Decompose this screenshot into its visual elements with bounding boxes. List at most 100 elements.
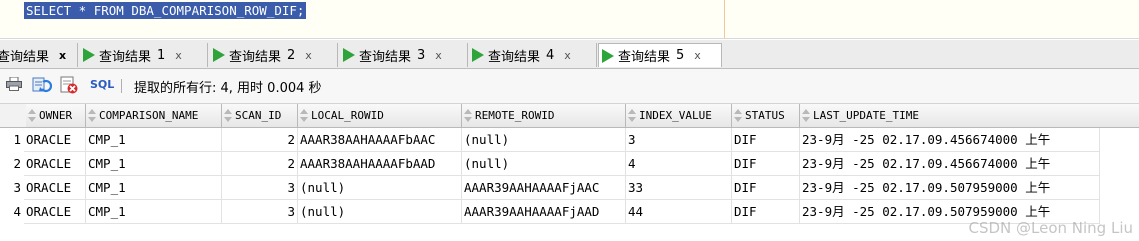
cell-local-rowid[interactable]: AAAR38AAHAAAAFbAAD: [298, 152, 462, 176]
cell-remote-rowid[interactable]: (null): [462, 128, 626, 152]
sort-icon: [628, 108, 636, 122]
cell-index-value[interactable]: 44: [626, 200, 732, 224]
cell-remote-rowid[interactable]: AAAR39AAHAAAAFjAAD: [462, 200, 626, 224]
table-row[interactable]: 3 ORACLE CMP_1 3 (null) AAAR39AAHAAAAFjA…: [0, 176, 1139, 200]
cell-last-update-time[interactable]: 23-9月 -25 02.17.09.456674000 上午: [800, 128, 1100, 152]
export-icon[interactable]: [60, 76, 78, 94]
row-number: 1: [13, 132, 21, 147]
cell-last-update-time[interactable]: 23-9月 -25 02.17.09.456674000 上午: [800, 152, 1100, 176]
watermark: CSDN @Leon Ning Liu: [968, 219, 1133, 237]
run-result-icon: [472, 48, 484, 62]
tab-query-result-4[interactable]: 查询结果 4 x: [469, 43, 597, 67]
tab-query-result-1[interactable]: 查询结果 1 x: [80, 43, 208, 67]
close-icon[interactable]: x: [694, 49, 701, 62]
tab-label: 查询结果: [359, 49, 412, 65]
close-icon[interactable]: x: [564, 49, 571, 62]
column-header-local-rowid[interactable]: LOCAL_ROWID: [298, 104, 462, 128]
tab-number: 3: [417, 47, 426, 63]
cell-remote-rowid[interactable]: (null): [462, 152, 626, 176]
cell-status[interactable]: DIF: [732, 128, 800, 152]
result-tabbar: 查询结果 x 查询结果 1 x 查询结果 2 x 查询结果 3 x 查询结果 4…: [0, 40, 1139, 69]
close-icon[interactable]: x: [305, 49, 312, 62]
column-header-comparison-name[interactable]: COMPARISON_NAME: [86, 104, 222, 128]
tab-label: 查询结果: [0, 49, 50, 65]
tab-query-result-2[interactable]: 查询结果 2 x: [210, 43, 338, 67]
cell-index-value[interactable]: 4: [626, 152, 732, 176]
cell-comparison-name[interactable]: CMP_1: [86, 176, 222, 200]
result-toolbar: SQL 提取的所有行: 4, 用时 0.004 秒: [0, 69, 1139, 104]
cell-owner[interactable]: ORACLE: [24, 176, 86, 200]
cell-comparison-name[interactable]: CMP_1: [86, 200, 222, 224]
column-label: STATUS: [745, 109, 785, 122]
tab-query-result[interactable]: 查询结果 x: [0, 43, 78, 67]
tab-number: 2: [287, 47, 296, 63]
sort-icon: [734, 108, 742, 122]
tab-label: 查询结果: [229, 49, 282, 65]
cell-status[interactable]: DIF: [732, 152, 800, 176]
column-header-index-value[interactable]: INDEX_VALUE: [626, 104, 732, 128]
editor-margin-line: [724, 0, 725, 38]
tab-number: 5: [676, 48, 685, 63]
cell-scan-id[interactable]: 2: [222, 152, 298, 176]
column-label: LOCAL_ROWID: [311, 109, 384, 122]
column-label: REMOTE_ROWID: [475, 109, 555, 122]
row-number: 4: [13, 204, 21, 219]
sql-editor[interactable]: SELECT * FROM DBA_COMPARISON_ROW_DIF;: [0, 0, 1139, 39]
cell-scan-id[interactable]: 3: [222, 176, 298, 200]
column-header-last-update-time[interactable]: LAST_UPDATE_TIME: [800, 104, 1139, 128]
cell-status[interactable]: DIF: [732, 200, 800, 224]
sort-icon: [224, 108, 232, 122]
close-icon[interactable]: x: [435, 49, 442, 62]
column-label: OWNER: [39, 109, 73, 122]
cell-last-update-time[interactable]: 23-9月 -25 02.17.09.507959000 上午: [800, 176, 1100, 200]
sort-icon: [28, 108, 36, 122]
tab-query-result-5[interactable]: 查询结果 5 x: [598, 43, 722, 67]
sort-icon: [300, 108, 308, 122]
sort-icon: [802, 108, 810, 122]
column-header-owner[interactable]: OWNER: [26, 104, 86, 128]
cell-index-value[interactable]: 3: [626, 128, 732, 152]
cell-local-rowid[interactable]: (null): [298, 200, 462, 224]
sql-statement[interactable]: SELECT * FROM DBA_COMPARISON_ROW_DIF;: [24, 2, 307, 19]
close-icon[interactable]: x: [175, 49, 182, 62]
column-header-status[interactable]: STATUS: [732, 104, 800, 128]
tab-number: 4: [546, 47, 555, 63]
tab-label: 查询结果: [99, 49, 152, 65]
cell-owner[interactable]: ORACLE: [24, 152, 86, 176]
row-number: 2: [13, 156, 21, 171]
sort-icon: [88, 108, 96, 122]
tab-query-result-3[interactable]: 查询结果 3 x: [340, 43, 468, 67]
cell-scan-id[interactable]: 2: [222, 128, 298, 152]
cell-local-rowid[interactable]: (null): [298, 176, 462, 200]
cell-index-value[interactable]: 33: [626, 176, 732, 200]
tab-label: 查询结果: [618, 50, 671, 65]
fetch-status: 提取的所有行: 4, 用时 0.004 秒: [134, 81, 322, 96]
run-result-icon: [602, 48, 614, 63]
column-header-scan-id[interactable]: SCAN_ID: [222, 104, 298, 128]
cell-status[interactable]: DIF: [732, 176, 800, 200]
cell-owner[interactable]: ORACLE: [24, 128, 86, 152]
tab-label: 查询结果: [488, 49, 541, 65]
cell-scan-id[interactable]: 3: [222, 200, 298, 224]
table-row[interactable]: 1 ORACLE CMP_1 2 AAAR38AAHAAAAFbAAC (nul…: [0, 128, 1139, 152]
run-result-icon: [343, 48, 355, 62]
column-label: LAST_UPDATE_TIME: [813, 109, 919, 122]
table-row[interactable]: 2 ORACLE CMP_1 2 AAAR38AAHAAAAFbAAD (nul…: [0, 152, 1139, 176]
cell-owner[interactable]: ORACLE: [24, 200, 86, 224]
column-label: INDEX_VALUE: [639, 109, 712, 122]
cell-local-rowid[interactable]: AAAR38AAHAAAAFbAAC: [298, 128, 462, 152]
sql-button[interactable]: SQL: [90, 78, 114, 91]
close-icon[interactable]: x: [59, 49, 66, 62]
cell-comparison-name[interactable]: CMP_1: [86, 128, 222, 152]
row-number: 3: [13, 180, 21, 195]
column-header-remote-rowid[interactable]: REMOTE_ROWID: [462, 104, 626, 128]
grid-header: OWNER COMPARISON_NAME SCAN_ID LOCAL_ROWI…: [0, 104, 1139, 128]
row-number-header: [0, 104, 26, 128]
cell-remote-rowid[interactable]: AAAR39AAHAAAAFjAAC: [462, 176, 626, 200]
refresh-icon[interactable]: [32, 76, 52, 94]
print-icon[interactable]: [6, 77, 22, 91]
column-label: SCAN_ID: [235, 109, 282, 122]
column-label: COMPARISON_NAME: [99, 109, 199, 122]
cell-comparison-name[interactable]: CMP_1: [86, 152, 222, 176]
toolbar-divider: [121, 79, 122, 93]
